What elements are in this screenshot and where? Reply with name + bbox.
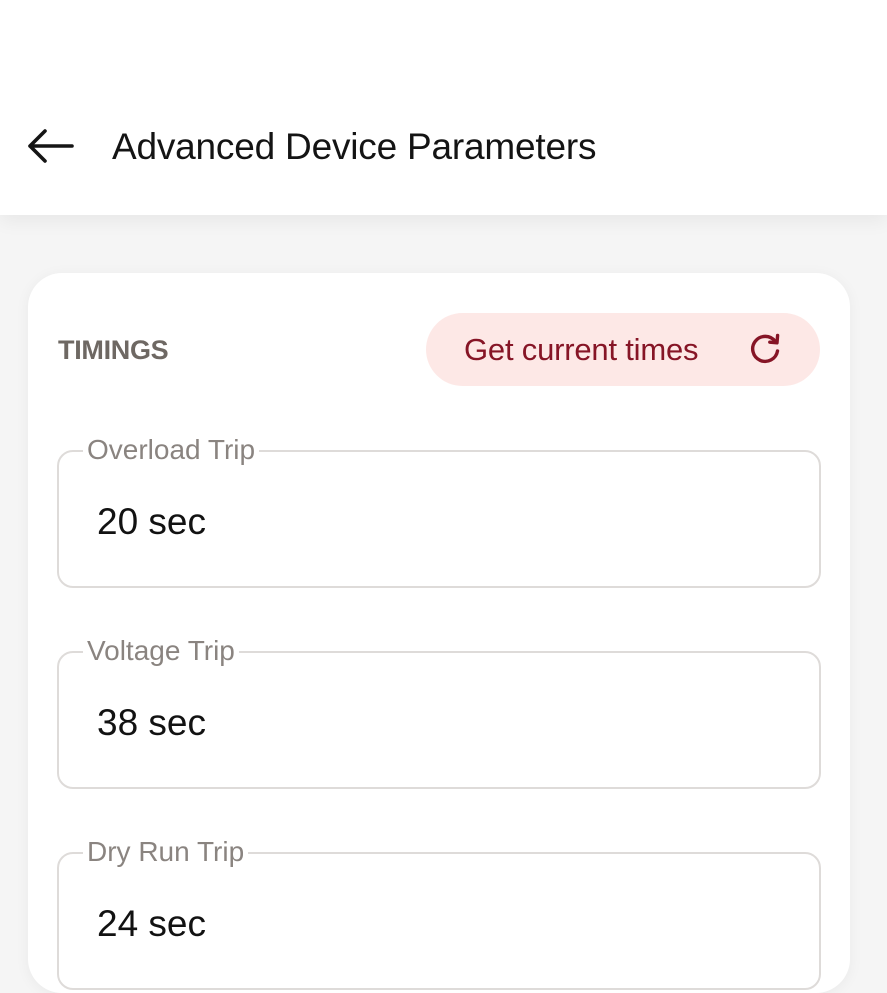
app-bar: Advanced Device Parameters bbox=[0, 0, 887, 215]
dry-run-trip-label: Dry Run Trip bbox=[83, 835, 249, 869]
page-title: Advanced Device Parameters bbox=[112, 126, 597, 167]
voltage-trip-value[interactable]: 38 sec bbox=[97, 701, 206, 745]
section-label-timings: TIMINGS bbox=[58, 335, 169, 365]
refresh-icon bbox=[750, 333, 780, 364]
get-current-times-label: Get current times bbox=[464, 331, 699, 367]
timings-card: TIMINGS Get current times Overload Trip … bbox=[28, 273, 850, 993]
voltage-trip-label: Voltage Trip bbox=[83, 634, 239, 668]
overload-trip-value[interactable]: 20 sec bbox=[97, 500, 206, 544]
voltage-trip-field[interactable]: Voltage Trip 38 sec bbox=[57, 634, 821, 789]
get-current-times-button[interactable]: Get current times bbox=[426, 313, 820, 386]
dry-run-trip-field[interactable]: Dry Run Trip 24 sec bbox=[57, 835, 821, 990]
dry-run-trip-value[interactable]: 24 sec bbox=[97, 902, 206, 946]
overload-trip-field[interactable]: Overload Trip 20 sec bbox=[57, 433, 821, 588]
back-button[interactable] bbox=[22, 120, 78, 172]
arrow-left-icon bbox=[28, 129, 74, 163]
overload-trip-label: Overload Trip bbox=[83, 433, 260, 467]
